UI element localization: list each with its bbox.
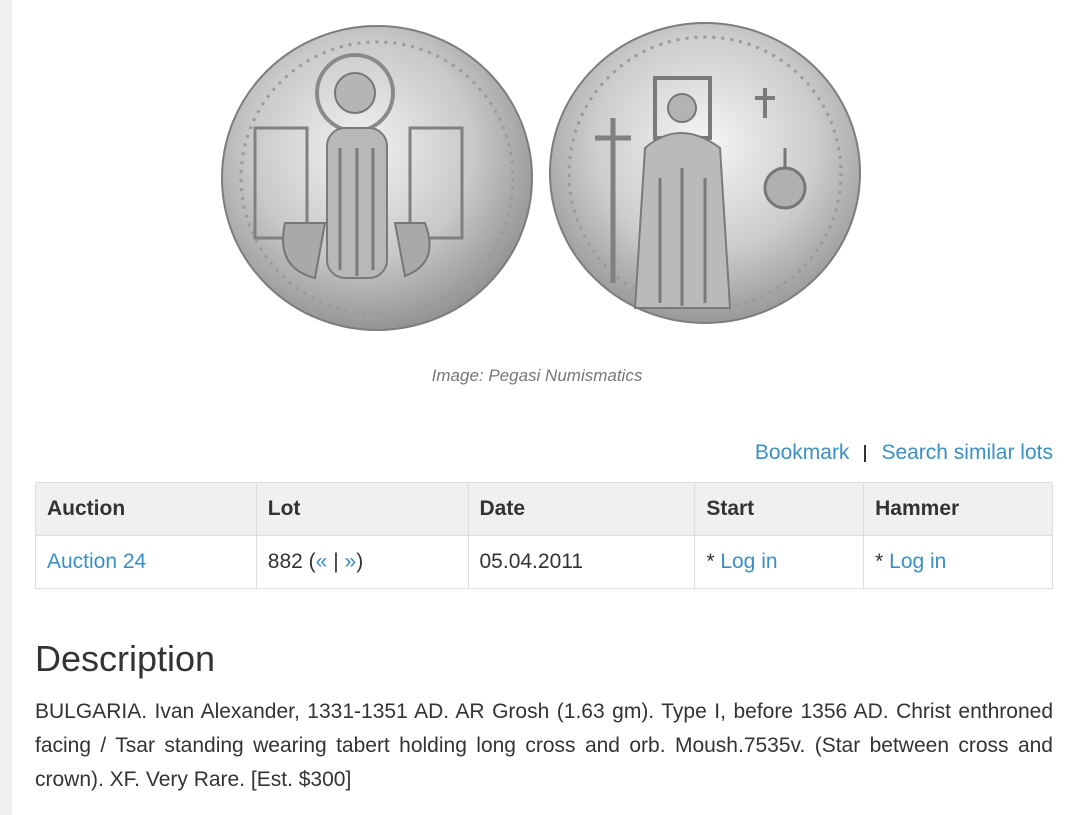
lot-number: 882 [267, 550, 303, 573]
cell-lot: 882 (« | ») [255, 535, 469, 589]
previous-lot-link[interactable]: « [316, 550, 328, 573]
next-lot-link[interactable]: » [345, 550, 357, 573]
cell-start: * Log in [694, 535, 865, 589]
description-heading: Description [35, 638, 216, 679]
lot-actions: Bookmark Search similar lots [755, 441, 1053, 465]
action-separator [864, 444, 867, 462]
hammer-login-link[interactable]: Log in [889, 550, 946, 573]
hammer-prefix: * [875, 550, 890, 573]
table-header-row: Auction Lot Date Start Hammer [35, 482, 1053, 536]
start-prefix: * [706, 550, 721, 573]
cell-hammer: * Log in [863, 535, 1053, 589]
coin-image[interactable] [215, 8, 871, 354]
header-hammer: Hammer [863, 482, 1053, 536]
header-auction: Auction [35, 482, 257, 536]
cell-date: 05.04.2011 [467, 535, 696, 589]
coin-reverse [549, 22, 861, 324]
bookmark-link[interactable]: Bookmark [755, 441, 850, 465]
table-row: Auction 24 882 (« | ») 05.04.2011 * Log … [35, 535, 1053, 589]
search-similar-lots-link[interactable]: Search similar lots [881, 441, 1053, 465]
cell-auction: Auction 24 [35, 535, 257, 589]
lot-nav-separator: | [333, 550, 339, 573]
left-rail [0, 0, 12, 815]
image-caption: Image: Pegasi Numismatics [431, 366, 643, 385]
header-date: Date [467, 482, 696, 536]
start-login-link[interactable]: Log in [720, 550, 777, 573]
coin-obverse [221, 25, 533, 331]
description-text: BULGARIA. Ivan Alexander, 1331-1351 AD. … [35, 700, 1053, 791]
lot-table: Auction Lot Date Start Hammer Auction 24… [35, 482, 1053, 589]
auction-link[interactable]: Auction 24 [47, 550, 146, 573]
header-start: Start [694, 482, 865, 536]
header-lot: Lot [255, 482, 469, 536]
